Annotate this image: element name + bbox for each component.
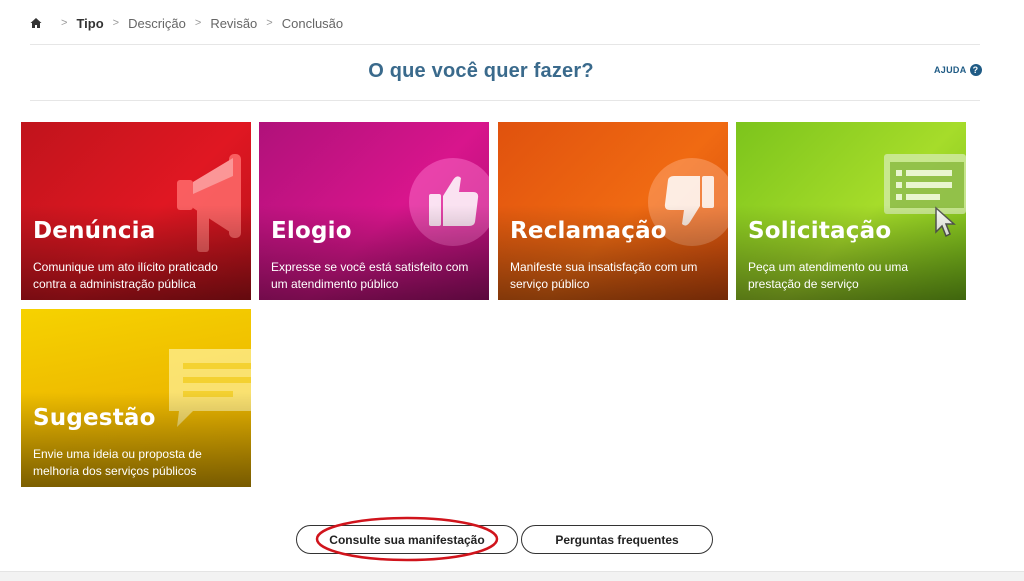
breadcrumb-separator: > — [61, 17, 68, 29]
card-description: Manifeste sua insatisfação com um serviç… — [510, 260, 698, 291]
divider — [30, 44, 980, 45]
card-title: Reclamação — [510, 218, 667, 244]
card-description: Peça um atendimento ou uma prestação de … — [748, 260, 909, 291]
page-title: O que você quer fazer? — [368, 60, 594, 82]
faq-button[interactable]: Perguntas frequentes — [521, 525, 713, 554]
card-solicitacao[interactable]: Solicitação Peça um atendimento ou uma p… — [736, 122, 966, 300]
card-title: Denúncia — [33, 218, 156, 244]
card-title: Solicitação — [748, 218, 892, 244]
card-sugestao[interactable]: Sugestão Envie uma ideia ou proposta de … — [21, 309, 251, 487]
question-circle-icon: ? — [969, 64, 982, 76]
card-description: Expresse se você está satisfeito com um … — [271, 260, 469, 291]
consult-manifestation-button[interactable]: Consulte sua manifestação — [296, 525, 518, 554]
card-description: Comunique um ato ilícito praticado contr… — [33, 260, 218, 291]
home-icon[interactable] — [30, 17, 42, 29]
breadcrumb-item-tipo[interactable]: Tipo — [76, 16, 103, 31]
card-title: Elogio — [271, 218, 352, 244]
breadcrumb-separator: > — [266, 17, 273, 29]
card-reclamacao[interactable]: Reclamação Manifeste sua insatisfação co… — [498, 122, 728, 300]
breadcrumb-separator: > — [112, 17, 120, 29]
card-denuncia[interactable]: Denúncia Comunique um ato ilícito pratic… — [21, 122, 251, 300]
breadcrumb-item-revisao[interactable]: Revisão — [210, 16, 257, 31]
help-link[interactable]: AJUDA ? — [934, 64, 982, 76]
breadcrumb-separator: > — [194, 17, 202, 29]
card-description: Envie uma ideia ou proposta de melhoria … — [33, 447, 202, 478]
breadcrumb: > Tipo > Descrição > Revisão > Conclusão — [30, 14, 343, 32]
breadcrumb-item-descricao[interactable]: Descrição — [128, 16, 186, 31]
help-label: AJUDA — [934, 65, 967, 75]
divider — [30, 100, 980, 101]
card-title: Sugestão — [33, 405, 156, 431]
footer-bar — [0, 571, 1024, 581]
breadcrumb-item-conclusao[interactable]: Conclusão — [282, 16, 343, 31]
card-elogio[interactable]: Elogio Expresse se você está satisfeito … — [259, 122, 489, 300]
